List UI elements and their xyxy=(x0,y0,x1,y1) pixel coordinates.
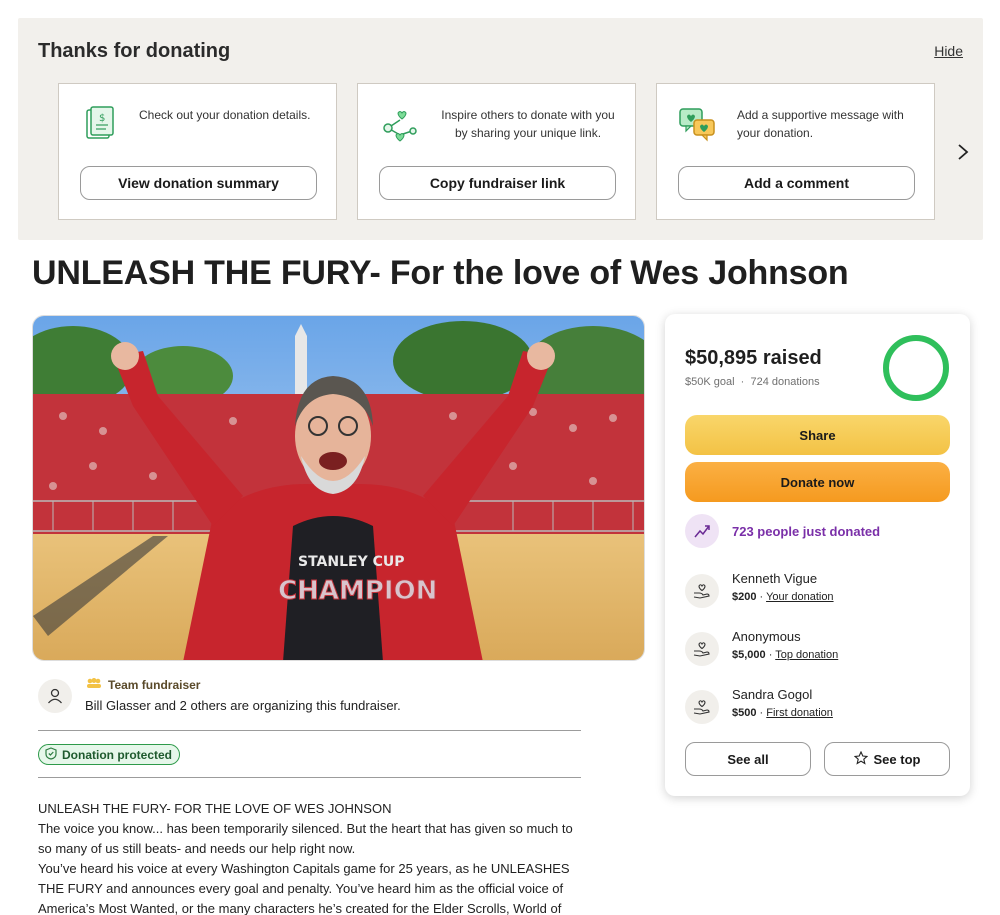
divider xyxy=(38,730,581,731)
star-icon xyxy=(853,750,868,768)
donor-name: Anonymous xyxy=(732,629,801,644)
progress-ring xyxy=(881,333,951,403)
divider xyxy=(38,777,581,778)
add-comment-button[interactable]: Add a comment xyxy=(678,166,915,200)
goal-amount: $50K goal xyxy=(685,376,735,388)
donor-heart-hand-icon xyxy=(685,690,719,724)
donor-amount: $200 xyxy=(732,591,757,603)
donate-now-button[interactable]: Donate now xyxy=(685,462,950,502)
see-top-button[interactable]: See top xyxy=(824,742,950,776)
chevron-right-icon[interactable] xyxy=(953,140,973,164)
card-text: Inspire others to donate with you by sha… xyxy=(441,108,615,140)
donation-protected-text: Donation protected xyxy=(62,747,172,762)
svg-text:$: $ xyxy=(99,113,105,124)
team-fundraiser-label: Team fundraiser xyxy=(86,677,200,692)
story-paragraph: You’ve heard his voice at every Washingt… xyxy=(38,861,570,915)
see-all-label: See all xyxy=(727,751,769,767)
page-title: UNLEASH THE FURY- For the love of Wes Jo… xyxy=(32,254,849,292)
donor-tag-link[interactable]: Your donation xyxy=(766,591,834,603)
donation-count: 724 donations xyxy=(750,376,820,388)
svg-text:STANLEY CUP: STANLEY CUP xyxy=(298,554,405,570)
shield-icon xyxy=(45,746,57,763)
donor-heart-hand-icon xyxy=(685,632,719,666)
share-button[interactable]: Share xyxy=(685,415,950,455)
share-link-card: Inspire others to donate with you by sha… xyxy=(357,83,636,220)
story-paragraph: UNLEASH THE FURY- FOR THE LOVE OF WES JO… xyxy=(38,801,392,816)
donor-tag-link[interactable]: First donation xyxy=(766,707,833,719)
thanks-banner: Thanks for donating Hide $ Check out you… xyxy=(18,18,983,240)
story-text: UNLEASH THE FURY- FOR THE LOVE OF WES JO… xyxy=(38,799,588,915)
donor-tag-link[interactable]: Top donation xyxy=(775,649,838,661)
donor-name: Kenneth Vigue xyxy=(732,571,818,586)
trending-icon xyxy=(685,514,719,548)
donor-heart-hand-icon xyxy=(685,574,719,608)
story-paragraph: The voice you know... has been temporari… xyxy=(38,821,573,856)
amount-raised: $50,895 raised xyxy=(685,347,822,369)
copy-fundraiser-link-button[interactable]: Copy fundraiser link xyxy=(379,166,616,200)
separator-dot: · xyxy=(737,376,748,388)
organizer-text: Bill Glasser and 2 others are organizing… xyxy=(85,698,401,713)
svg-text:CHAMPION: CHAMPION xyxy=(278,576,437,606)
thanks-title: Thanks for donating xyxy=(38,40,231,62)
recent-donations-text: 723 people just donated xyxy=(732,524,881,539)
donor-item: Sandra Gogol $500 · First donation xyxy=(685,687,950,727)
receipt-icon: $ xyxy=(79,104,121,146)
team-fundraiser-text: Team fundraiser xyxy=(108,677,201,692)
hide-link[interactable]: Hide xyxy=(934,43,963,59)
donation-panel: $50,895 raised $50K goal · 724 donations… xyxy=(665,314,970,796)
see-top-label: See top xyxy=(873,751,921,767)
donor-item: Kenneth Vigue $200 · Your donation xyxy=(685,571,950,611)
view-donation-summary-button[interactable]: View donation summary xyxy=(80,166,317,200)
goal-line: $50K goal · 724 donations xyxy=(685,376,820,388)
progress-ring-arc xyxy=(883,335,949,401)
donor-item: Anonymous $5,000 · Top donation xyxy=(685,629,950,669)
organizer-avatar xyxy=(38,679,72,713)
donor-details: $200 · Your donation xyxy=(732,591,834,603)
share-icon xyxy=(378,104,420,146)
card-text: Add a supportive message with your donat… xyxy=(737,108,904,140)
donor-amount: $500 xyxy=(732,707,757,719)
donor-details: $500 · First donation xyxy=(732,707,833,719)
card-text: Check out your donation details. xyxy=(139,108,311,122)
team-icon xyxy=(86,677,102,692)
donor-amount: $5,000 xyxy=(732,649,766,661)
see-all-button[interactable]: See all xyxy=(685,742,811,776)
hero-image: STANLEY CUP CHAMPION xyxy=(32,315,645,661)
comment-hearts-icon xyxy=(677,104,719,146)
donor-name: Sandra Gogol xyxy=(732,687,813,702)
donation-protected-badge[interactable]: Donation protected xyxy=(38,744,180,765)
add-comment-card: Add a supportive message with your donat… xyxy=(656,83,935,220)
person-icon xyxy=(48,688,62,704)
donation-details-card: $ Check out your donation details. View … xyxy=(58,83,337,220)
donor-details: $5,000 · Top donation xyxy=(732,649,839,661)
